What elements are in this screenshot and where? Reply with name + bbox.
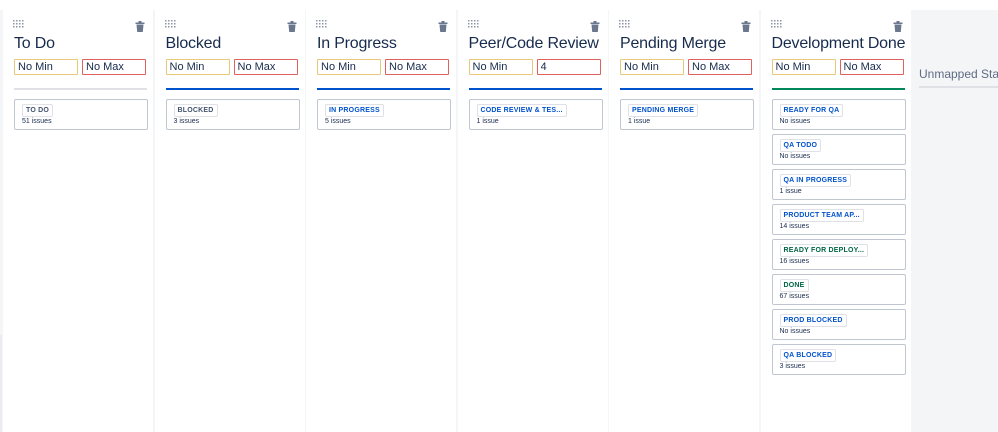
status-lozenge: READY FOR QA: [779, 104, 844, 117]
status-issue-count: No issues: [779, 153, 811, 160]
status-lozenge: QA IN PROGRESS: [779, 174, 852, 187]
unmapped-statuses-bar: [919, 86, 998, 88]
status-issue-count: 3 issues: [779, 363, 806, 370]
status-lozenge: QA BLOCKED: [779, 349, 837, 362]
column-title[interactable]: Blocked: [166, 35, 222, 53]
status-card[interactable]: QA IN PROGRESS 1 issue: [771, 169, 906, 200]
column-min-input[interactable]: [620, 59, 684, 75]
status-lozenge: BLOCKED: [173, 104, 218, 117]
column-title[interactable]: In Progress: [317, 35, 397, 53]
drag-handle-icon[interactable]: [619, 20, 631, 28]
column-max-input[interactable]: [385, 59, 449, 75]
drag-handle-icon[interactable]: [13, 20, 25, 28]
status-card[interactable]: CODE REVIEW & TES... 1 issue: [468, 99, 603, 130]
board-column: To Do TO DO51 issues: [3, 10, 153, 432]
status-lozenge: READY FOR DEPLOY...: [779, 244, 869, 257]
status-lozenge: CODE REVIEW & TES...: [476, 104, 567, 117]
column-category-bar: [620, 88, 753, 90]
trash-icon[interactable]: [287, 19, 297, 32]
status-card[interactable]: PRODUCT TEAM AP... 14 issues: [771, 204, 906, 235]
column-min-input[interactable]: [468, 59, 533, 75]
status-lozenge: PROD BLOCKED: [779, 314, 847, 327]
status-card[interactable]: PENDING MERGE 1 issue: [620, 99, 754, 130]
status-list: READY FOR QA No issues QA TODO No issues QA …: [771, 99, 906, 379]
board-column: In Progress IN PROGRESS5 issues: [306, 10, 456, 432]
status-lozenge: TO DO: [22, 104, 54, 117]
status-card[interactable]: QA TODO No issues: [771, 134, 906, 165]
status-list: BLOCKED 3 issues: [165, 99, 300, 134]
column-min-input[interactable]: [317, 59, 381, 75]
column-category-bar: [771, 88, 905, 90]
status-card[interactable]: DONE 67 issues: [771, 274, 906, 305]
column-min-input[interactable]: [165, 59, 230, 75]
drag-handle-icon[interactable]: [316, 20, 328, 28]
trash-icon[interactable]: [135, 19, 145, 32]
status-issue-count: No issues: [779, 118, 811, 125]
status-card[interactable]: READY FOR DEPLOY... 16 issues: [771, 239, 906, 270]
column-category-bar: [165, 88, 299, 90]
drag-handle-icon[interactable]: [467, 20, 480, 28]
drag-handle-icon[interactable]: [770, 20, 783, 28]
status-lozenge: IN PROGRESS: [325, 104, 384, 117]
status-card[interactable]: QA BLOCKED 3 issues: [771, 344, 906, 375]
left-scroll-edge: [0, 335, 2, 432]
status-lozenge: PRODUCT TEAM AP...: [779, 209, 864, 222]
column-title[interactable]: To Do: [14, 35, 55, 53]
column-category-bar: [468, 88, 602, 90]
column-category-bar: [14, 88, 147, 90]
status-card[interactable]: IN PROGRESS 5 issues: [317, 99, 451, 130]
drag-handle-icon[interactable]: [164, 20, 177, 28]
column-max-input[interactable]: [82, 59, 146, 75]
status-issue-count: 1 issue: [779, 188, 802, 195]
status-list: TO DO 51 issues: [14, 99, 148, 134]
status-lozenge: PENDING MERGE: [628, 104, 699, 117]
board-column: Blocked BLOCKED3 issues: [154, 10, 305, 432]
status-card[interactable]: BLOCKED 3 issues: [165, 99, 300, 130]
trash-icon[interactable]: [893, 19, 903, 32]
column-title[interactable]: Development Done: [772, 35, 906, 53]
status-issue-count: 51 issues: [22, 118, 52, 125]
status-card[interactable]: TO DO 51 issues: [14, 99, 148, 130]
status-issue-count: 16 issues: [779, 258, 810, 265]
status-list: PENDING MERGE 1 issue: [620, 99, 754, 134]
column-title[interactable]: Pending Merge: [620, 35, 726, 53]
status-issue-count: 14 issues: [779, 223, 810, 230]
column-max-input[interactable]: [233, 59, 298, 75]
status-list: CODE REVIEW & TES... 1 issue: [468, 99, 603, 134]
status-list: IN PROGRESS 5 issues: [317, 99, 451, 134]
unmapped-statuses-title: Unmapped Statuses: [919, 67, 998, 81]
status-lozenge: QA TODO: [779, 139, 822, 152]
board-column: Peer/Code Review CODE REVIEW & TES...1 is…: [457, 10, 608, 432]
trash-icon[interactable]: [590, 19, 600, 32]
column-max-input[interactable]: [839, 59, 904, 75]
status-issue-count: 5 issues: [325, 118, 351, 125]
status-card[interactable]: READY FOR QA No issues: [771, 99, 906, 130]
board-column: Development DoneREADY FOR QANo issuesQA …: [760, 10, 911, 432]
trash-icon[interactable]: [741, 19, 751, 32]
status-issue-count: 1 issue: [628, 118, 651, 125]
board-column: Pending Merge PENDING MERGE1 issue: [609, 10, 759, 432]
status-card[interactable]: PROD BLOCKED No issues: [771, 309, 906, 340]
column-max-input[interactable]: [688, 59, 752, 75]
status-lozenge: DONE: [779, 279, 809, 292]
column-category-bar: [317, 88, 450, 90]
status-issue-count: 67 issues: [779, 293, 810, 300]
status-issue-count: 1 issue: [476, 118, 499, 125]
column-title[interactable]: Peer/Code Review: [469, 35, 599, 53]
top-bar: [0, 0, 998, 10]
status-issue-count: 3 issues: [173, 118, 200, 125]
column-min-input[interactable]: [14, 59, 78, 75]
column-max-input[interactable]: [536, 59, 601, 75]
status-issue-count: No issues: [779, 328, 811, 335]
trash-icon[interactable]: [438, 19, 448, 32]
column-min-input[interactable]: [771, 59, 836, 75]
